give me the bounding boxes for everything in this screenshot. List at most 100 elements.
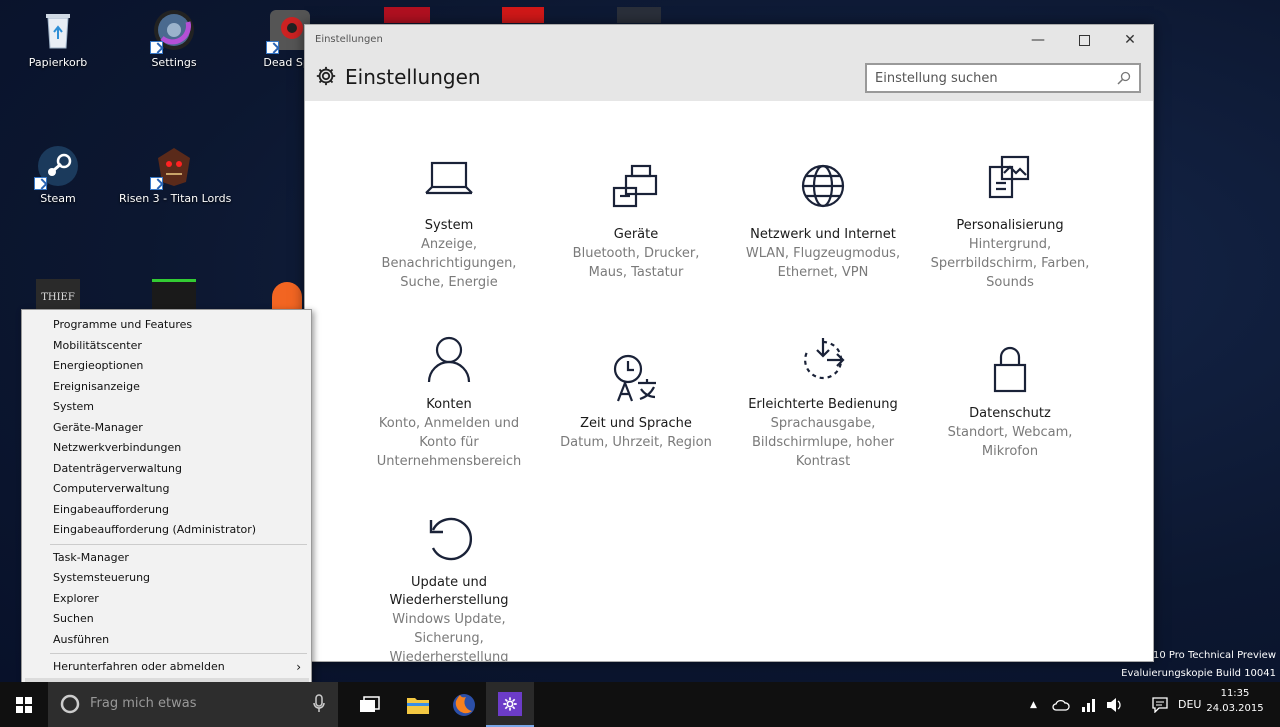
menu-item-control-panel[interactable]: Systemsteuerung bbox=[22, 568, 311, 588]
nvidia-icon bbox=[152, 279, 196, 309]
cloud-icon bbox=[1052, 699, 1070, 711]
desktop-icon-recycle-bin[interactable]: Papierkorb bbox=[3, 8, 113, 69]
ease-of-access-icon bbox=[804, 338, 845, 380]
speaker-icon bbox=[1107, 697, 1121, 712]
desktop-icon-steam[interactable]: Steam bbox=[3, 144, 113, 205]
person-icon bbox=[427, 336, 471, 383]
menu-item-explorer[interactable]: Explorer bbox=[22, 589, 311, 609]
laptop-icon bbox=[425, 161, 473, 195]
tray-onedrive[interactable] bbox=[1052, 682, 1070, 727]
close-icon: ✕ bbox=[1124, 32, 1136, 48]
chevron-right-icon: › bbox=[296, 660, 301, 674]
minimize-icon: — bbox=[1031, 32, 1045, 48]
taskbar-clock[interactable]: 11:35 24.03.2015 bbox=[1205, 686, 1265, 716]
window-title: Einstellungen bbox=[315, 34, 383, 45]
tray-volume[interactable] bbox=[1106, 682, 1124, 727]
menu-item-programs-features[interactable]: Programme und Features bbox=[22, 315, 311, 335]
menu-item-command-prompt[interactable]: Eingabeaufforderung bbox=[22, 500, 311, 520]
title-bar[interactable]: Einstellungen — ✕ bbox=[305, 25, 1153, 55]
gear-icon bbox=[316, 66, 336, 86]
maximize-button[interactable] bbox=[1061, 25, 1107, 55]
menu-item-network-connections[interactable]: Netzwerkverbindungen bbox=[22, 438, 311, 458]
steam-icon bbox=[34, 144, 80, 190]
tile-devices[interactable]: Geräte Bluetooth, Drucker, Maus, Tastatu… bbox=[556, 164, 716, 282]
menu-item-event-viewer[interactable]: Ereignisanzeige bbox=[22, 377, 311, 397]
clock-time: 11:35 bbox=[1220, 688, 1250, 699]
shortcut-arrow-icon bbox=[150, 41, 163, 54]
task-view-icon bbox=[360, 695, 380, 712]
taskbar: Frag mich etwas ▲ DEU 11:35 24.03.2015 bbox=[0, 682, 1280, 727]
network-icon bbox=[1082, 698, 1095, 712]
tray-language[interactable]: DEU bbox=[1178, 682, 1201, 727]
tile-personalization[interactable]: Personalisierung Hintergrund, Sperrbilds… bbox=[930, 155, 1090, 292]
tile-network[interactable]: Netzwerk und Internet WLAN, Flugzeugmodu… bbox=[743, 164, 903, 282]
menu-item-command-prompt-admin[interactable]: Eingabeaufforderung (Administrator) bbox=[22, 520, 311, 540]
update-icon bbox=[429, 517, 472, 561]
winx-context-menu: Programme und Features Mobilitätscenter … bbox=[21, 309, 312, 702]
menu-item-disk-management[interactable]: Datenträgerverwaltung bbox=[22, 459, 311, 479]
tile-system[interactable]: System Anzeige, Benachrichtigungen, Such… bbox=[369, 155, 529, 292]
menu-item-search[interactable]: Suchen bbox=[22, 609, 311, 629]
devices-icon bbox=[612, 164, 658, 208]
settings-window: Einstellungen — ✕ Einstellungen Einstell… bbox=[304, 24, 1154, 662]
tray-network[interactable] bbox=[1080, 682, 1098, 727]
menu-item-system[interactable]: System bbox=[22, 397, 311, 417]
menu-item-power-options[interactable]: Energieoptionen bbox=[22, 356, 311, 376]
minimize-button[interactable]: — bbox=[1015, 25, 1061, 55]
close-button[interactable]: ✕ bbox=[1107, 25, 1153, 55]
lock-icon bbox=[993, 346, 1027, 393]
taskbar-file-explorer[interactable] bbox=[394, 682, 442, 727]
recycle-bin-icon bbox=[36, 8, 80, 52]
task-view-button[interactable] bbox=[346, 682, 394, 727]
menu-item-task-manager[interactable]: Task-Manager bbox=[22, 548, 311, 568]
show-hidden-icons-button[interactable]: ▲ bbox=[1030, 682, 1037, 727]
windows-logo-icon bbox=[16, 696, 32, 713]
time-language-icon bbox=[613, 354, 656, 402]
page-title: Einstellungen bbox=[345, 65, 481, 89]
menu-item-shutdown-signout[interactable]: Herunterfahren oder abmelden › bbox=[22, 657, 311, 677]
thief-icon: THIEF bbox=[36, 279, 80, 309]
shortcut-arrow-icon bbox=[150, 177, 163, 190]
search-placeholder: Einstellung suchen bbox=[875, 71, 998, 86]
origin-icon bbox=[272, 282, 302, 309]
menu-item-computer-management[interactable]: Computerverwaltung bbox=[22, 479, 311, 499]
shortcut-arrow-icon bbox=[266, 41, 279, 54]
tile-update[interactable]: Update und Wiederherstellung Windows Upd… bbox=[369, 512, 529, 661]
maximize-icon bbox=[1078, 34, 1090, 46]
taskbar-settings-active[interactable] bbox=[486, 682, 534, 727]
notification-icon bbox=[1152, 696, 1168, 713]
partial-app-icon bbox=[617, 7, 661, 23]
settings-search-input[interactable]: Einstellung suchen bbox=[865, 63, 1141, 93]
firefox-icon bbox=[453, 693, 475, 716]
watermark-line2: Evaluierungskopie Build 10041 bbox=[1121, 668, 1276, 679]
desktop-icon-settings[interactable]: Settings bbox=[119, 8, 229, 69]
taskbar-firefox[interactable] bbox=[440, 682, 488, 727]
taskbar-search-placeholder: Frag mich etwas bbox=[90, 696, 197, 711]
settings-app-icon bbox=[150, 8, 196, 54]
clock-date: 24.03.2015 bbox=[1206, 703, 1264, 714]
cortana-circle-icon bbox=[60, 694, 80, 714]
menu-item-run[interactable]: Ausführen bbox=[22, 630, 311, 650]
desktop-icon-risen-3[interactable]: Risen 3 - Titan Lords bbox=[119, 144, 231, 205]
search-icon[interactable] bbox=[1117, 71, 1131, 85]
personalization-icon bbox=[988, 155, 1030, 199]
risen-3-icon bbox=[150, 144, 196, 190]
microphone-icon[interactable] bbox=[312, 694, 326, 714]
menu-item-mobility-center[interactable]: Mobilitätscenter bbox=[22, 336, 311, 356]
globe-icon bbox=[801, 164, 845, 208]
start-button[interactable] bbox=[0, 682, 48, 727]
partial-app-icon bbox=[502, 7, 544, 23]
tile-privacy[interactable]: Datenschutz Standort, Webcam, Mikrofon bbox=[930, 343, 1090, 461]
menu-separator bbox=[50, 653, 307, 654]
folder-icon bbox=[407, 697, 429, 714]
watermark-line1: 10 Pro Technical Preview bbox=[1153, 650, 1276, 661]
taskbar-search-box[interactable]: Frag mich etwas bbox=[48, 682, 338, 727]
menu-item-device-manager[interactable]: Geräte-Manager bbox=[22, 418, 311, 438]
settings-gear-icon bbox=[498, 691, 522, 716]
tile-accounts[interactable]: Konten Konto, Anmelden und Konto für Unt… bbox=[369, 334, 529, 471]
shortcut-arrow-icon bbox=[34, 177, 47, 190]
tile-time-language[interactable]: Zeit und Sprache Datum, Uhrzeit, Region bbox=[556, 353, 716, 452]
tile-ease-of-access[interactable]: Erleichterte Bedienung Sprachausgabe, Bi… bbox=[743, 334, 903, 471]
settings-header: Einstellungen Einstellung suchen bbox=[305, 55, 1153, 101]
tray-action-center[interactable] bbox=[1152, 682, 1168, 727]
